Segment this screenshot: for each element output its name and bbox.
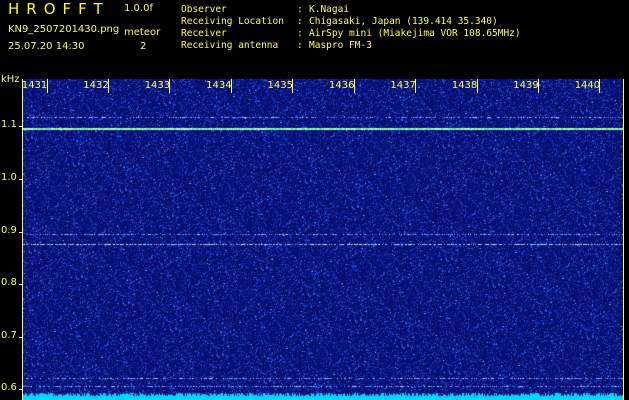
x-tick-label: 1433 xyxy=(144,80,171,91)
y-tick-mark xyxy=(19,178,23,180)
app-version: 1.0.0f xyxy=(124,3,153,14)
y-tick-label: 0.6 xyxy=(1,382,17,394)
x-tick-label: 1431 xyxy=(21,80,48,91)
receiver-label: Receiver xyxy=(181,28,227,39)
meteor-count: 2 xyxy=(140,41,147,52)
x-tick-label: 1436 xyxy=(328,80,355,91)
y-tick-mark xyxy=(19,389,23,391)
receiver-value: AirSpy mini (Miakejima VOR 108.65MHz) xyxy=(309,28,521,39)
x-tick-label: 1439 xyxy=(513,80,539,91)
app-title: HROFFT xyxy=(8,0,110,18)
receiver-separator: : xyxy=(297,28,303,39)
file-name: KN9_2507201430.png xyxy=(8,24,120,35)
date-time: 25.07.20 14:30 xyxy=(8,41,85,52)
x-tick-label: 1438 xyxy=(451,80,478,91)
location-separator: : xyxy=(297,16,303,27)
observer-separator: : xyxy=(297,4,303,15)
y-tick-label: 0.7 xyxy=(1,329,17,341)
antenna-value: Maspro FM-3 xyxy=(309,40,372,51)
antenna-separator: : xyxy=(297,40,303,51)
spectrogram-canvas xyxy=(22,79,624,400)
observer-label: Observer xyxy=(181,4,227,15)
y-tick-mark xyxy=(19,126,23,128)
x-tick-label: 1434 xyxy=(206,80,232,91)
y-tick-label: 1.0 xyxy=(1,171,17,183)
header: HROFFT 1.0.0f KN9_2507201430.png 25.07.2… xyxy=(0,0,629,72)
y-tick-mark xyxy=(19,231,23,233)
spectrogram-plot xyxy=(22,79,624,400)
x-tick-label: 1437 xyxy=(390,80,416,91)
antenna-label: Receiving antenna xyxy=(181,40,279,51)
frequency-unit-label: kHz xyxy=(1,74,20,85)
x-tick-label: 1432 xyxy=(83,80,109,91)
observer-value: K.Nagai xyxy=(309,4,350,15)
y-tick-label: 0.8 xyxy=(1,277,17,289)
location-value: Chigasaki, Japan (139.414 35.340) xyxy=(309,16,498,27)
x-tick-label: 1440 xyxy=(574,80,601,91)
location-label: Receiving Location xyxy=(181,16,284,27)
meteor-label: meteor xyxy=(124,27,161,38)
y-tick-mark xyxy=(19,336,23,338)
y-tick-label: 0.9 xyxy=(1,224,17,236)
x-tick-label: 1435 xyxy=(267,80,294,91)
y-tick-mark xyxy=(19,284,23,286)
y-tick-label: 1.1 xyxy=(1,119,17,131)
